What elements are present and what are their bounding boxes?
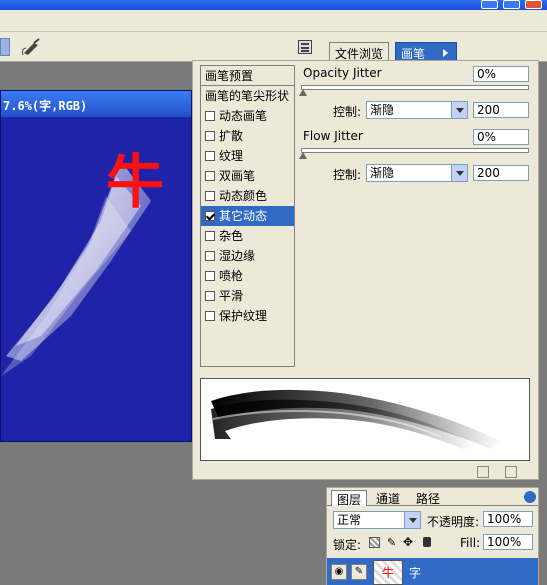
layers-panel: 图层 通道 路径 正常 不透明度: 100% 锁定: ✎ ✥ Fill: 100… [326, 487, 539, 585]
tool-preset-button[interactable] [0, 38, 10, 56]
palette-well-icon[interactable] [298, 40, 312, 54]
flow-jitter-slider[interactable] [301, 148, 529, 153]
close-button[interactable] [525, 0, 542, 9]
brush-option-label: 平滑 [219, 289, 244, 303]
checkbox[interactable] [205, 311, 215, 321]
tab-file-browser[interactable]: 文件浏览 [329, 42, 390, 61]
checkbox[interactable] [205, 271, 215, 281]
chevron-down-icon[interactable] [451, 102, 467, 118]
brush-option-label: 喷枪 [219, 269, 244, 283]
brush-options-list: 画笔预置 画笔的笔尖形状动态画笔扩散纹理双画笔动态颜色其它动态杂色湿边缘喷枪平滑… [200, 65, 295, 367]
brush-option-item[interactable]: 杂色 [201, 226, 294, 246]
checkbox[interactable] [205, 211, 215, 221]
opacity-jitter-label: Opacity Jitter [303, 66, 382, 80]
blend-mode-value: 正常 [337, 513, 362, 527]
flow-control-value: 渐隐 [370, 166, 395, 180]
brush-option-item[interactable]: 扩散 [201, 126, 294, 146]
airbrush-icon[interactable] [20, 37, 44, 57]
checkbox[interactable] [205, 291, 215, 301]
brush-option-label: 纹理 [219, 149, 244, 163]
opacity-control-steps[interactable]: 200 [473, 102, 529, 118]
flow-control-select[interactable]: 渐隐 [366, 164, 468, 182]
layers-tabs: 图层 通道 路径 [327, 488, 538, 507]
flow-jitter-field[interactable]: 0% [473, 129, 529, 145]
new-brush-icon[interactable] [477, 466, 489, 478]
fill-field[interactable]: 100% [483, 534, 533, 550]
brush-option-label: 双画笔 [219, 169, 256, 183]
brush-option-item[interactable]: 双画笔 [201, 166, 294, 186]
chevron-down-icon[interactable] [404, 512, 420, 528]
lock-label: 锁定: [333, 538, 362, 552]
brush-stroke-preview [200, 378, 530, 461]
opacity-control-label: 控制: [333, 105, 362, 119]
tab-channels[interactable]: 通道 [371, 490, 405, 506]
layer-name: 字 [409, 566, 422, 580]
chevron-down-icon[interactable] [451, 165, 467, 181]
canvas-glyph: 牛 [106, 148, 165, 216]
tab-brushes-label: 画笔 [401, 47, 426, 61]
brush-option-label: 画笔的笔尖形状 [205, 89, 290, 103]
brush-option-item[interactable]: 纹理 [201, 146, 294, 166]
flow-jitter-thumb[interactable] [299, 152, 307, 159]
window-title-bar [0, 0, 547, 10]
lock-all-icon[interactable] [423, 537, 431, 547]
brush-option-label: 动态颜色 [219, 189, 268, 203]
trash-icon[interactable] [505, 466, 517, 478]
blend-mode-select[interactable]: 正常 [333, 511, 421, 529]
tab-brushes[interactable]: 画笔 [395, 42, 457, 61]
layer-row[interactable]: ◉ ✎ 牛 字 [327, 558, 538, 585]
opacity-control-value: 渐隐 [370, 103, 395, 117]
menu-bar [0, 10, 547, 32]
opacity-label: 不透明度: [427, 515, 480, 529]
flow-control-steps[interactable]: 200 [473, 165, 529, 181]
checkbox[interactable] [205, 111, 215, 121]
opacity-field[interactable]: 100% [483, 511, 533, 527]
brush-option-label: 其它动态 [219, 209, 268, 223]
brush-option-label: 保护纹理 [219, 309, 268, 323]
checkbox[interactable] [205, 231, 215, 241]
brush-option-item[interactable]: 保护纹理 [201, 306, 294, 326]
brush-option-label: 动态画笔 [219, 109, 268, 123]
brush-option-label: 杂色 [219, 229, 244, 243]
brush-option-item[interactable]: 湿边缘 [201, 246, 294, 266]
panel-menu-icon[interactable] [524, 491, 536, 503]
checkbox[interactable] [205, 191, 215, 201]
checkbox[interactable] [205, 151, 215, 161]
checkbox[interactable] [205, 131, 215, 141]
checkbox[interactable] [205, 171, 215, 181]
brush-option-item[interactable]: 平滑 [201, 286, 294, 306]
document-window[interactable]: 7.6%(字,RGB) 牛 [0, 90, 192, 442]
fill-label: Fill: [460, 536, 481, 550]
tab-arrow-icon [443, 49, 448, 57]
brush-option-item[interactable]: 动态颜色 [201, 186, 294, 206]
brush-option-item[interactable]: 动态画笔 [201, 106, 294, 126]
tab-paths[interactable]: 路径 [411, 490, 445, 506]
tab-layers[interactable]: 图层 [331, 490, 368, 507]
maximize-button[interactable] [503, 0, 520, 9]
brush-option-item[interactable]: 其它动态 [201, 206, 294, 226]
minimize-button[interactable] [481, 0, 498, 9]
palette-tabs: 文件浏览 画笔 [325, 36, 540, 61]
lock-paint-icon[interactable]: ✎ [387, 536, 396, 549]
brush-option-label: 湿边缘 [219, 249, 256, 263]
flow-control-label: 控制: [333, 168, 362, 182]
lock-move-icon[interactable]: ✥ [403, 535, 413, 549]
checkbox[interactable] [205, 251, 215, 261]
layer-thumbnail: 牛 [373, 560, 403, 585]
brush-option-label: 扩散 [219, 129, 244, 143]
brush-option-item[interactable]: 画笔的笔尖形状 [201, 86, 294, 106]
canvas-image[interactable] [1, 91, 192, 442]
brush-link-icon[interactable]: ✎ [351, 564, 367, 580]
opacity-jitter-field[interactable]: 0% [473, 66, 529, 82]
brush-option-item[interactable]: 喷枪 [201, 266, 294, 286]
opacity-control-select[interactable]: 渐隐 [366, 101, 468, 119]
opacity-jitter-slider[interactable] [301, 85, 529, 90]
eye-icon[interactable]: ◉ [331, 564, 347, 580]
opacity-jitter-thumb[interactable] [299, 89, 307, 96]
brushes-panel: 画笔预置 画笔的笔尖形状动态画笔扩散纹理双画笔动态颜色其它动态杂色湿边缘喷枪平滑… [192, 60, 539, 480]
brush-presets-item[interactable]: 画笔预置 [201, 66, 294, 86]
flow-jitter-label: Flow Jitter [303, 129, 363, 143]
lock-transparency-icon[interactable] [369, 537, 380, 548]
